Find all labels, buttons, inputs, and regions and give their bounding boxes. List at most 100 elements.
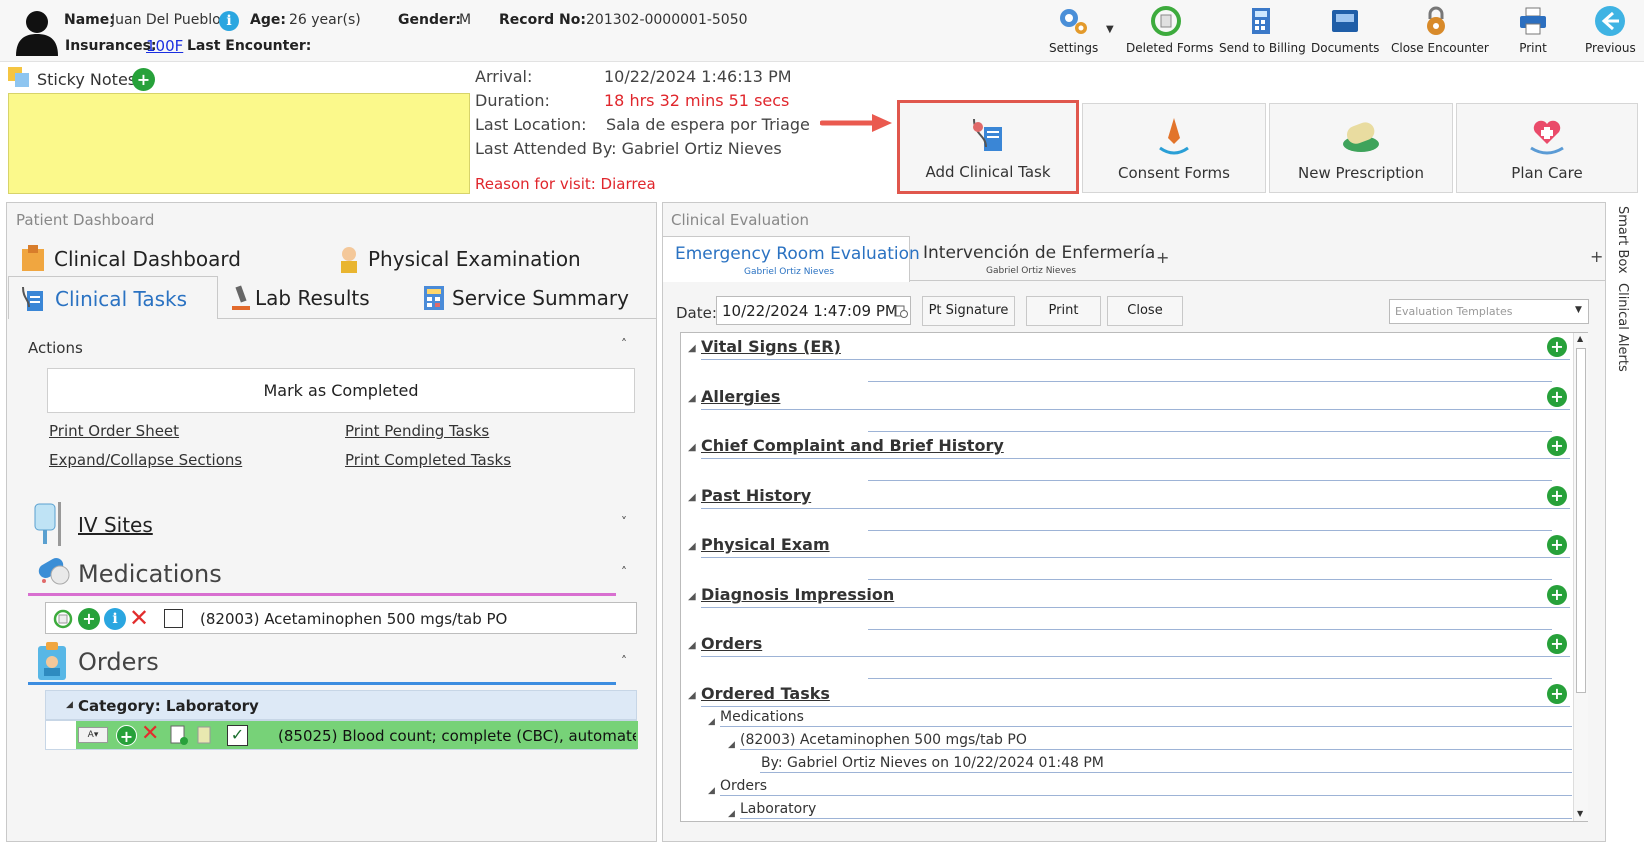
record-number: 201302-0000001-5050 xyxy=(586,12,748,28)
print-order-sheet-link[interactable]: Print Order Sheet xyxy=(49,422,179,440)
print-completed-tasks-link[interactable]: Print Completed Tasks xyxy=(345,451,511,469)
plan-care-button[interactable]: Plan Care xyxy=(1456,103,1638,193)
collapse-category-icon[interactable]: ◢ xyxy=(66,700,73,710)
refresh-icon[interactable] xyxy=(52,608,74,630)
medication-checkbox[interactable] xyxy=(164,609,183,628)
tab-er-evaluation-author: Gabriel Ortiz Nieves xyxy=(744,267,835,277)
date-input[interactable]: 10/22/2024 1:47:09 PM xyxy=(716,296,911,325)
section-vital-signs[interactable]: ◢ Vital Signs (ER) + xyxy=(680,335,1592,382)
smart-box-tab[interactable]: Smart Box xyxy=(1612,206,1638,292)
collapse-icon[interactable]: ◢ xyxy=(688,640,696,651)
collapse-actions-icon[interactable]: ˄ xyxy=(621,337,627,351)
mark-as-completed-button[interactable]: Mark as Completed xyxy=(47,368,635,413)
order-row[interactable]: A▾ + ✕ ✓ (85025) Blood count; complete (… xyxy=(45,720,638,750)
collapse-icon[interactable]: ◢ xyxy=(708,786,715,796)
add-evaluation-plus-icon[interactable]: + xyxy=(1590,247,1603,266)
add-tab-button[interactable]: + xyxy=(1156,248,1169,267)
print-button[interactable]: Print xyxy=(1510,4,1556,55)
insurance-link[interactable]: 100F xyxy=(146,37,183,55)
collapse-icon[interactable]: ◢ xyxy=(688,442,696,453)
section-chief-complaint[interactable]: ◢ Chief Complaint and Brief History + xyxy=(680,434,1592,481)
tab-clinical-dashboard-label: Clinical Dashboard xyxy=(54,247,241,271)
medication-info-icon[interactable]: i xyxy=(104,608,126,630)
section-ordered-tasks[interactable]: ◢ Ordered Tasks + xyxy=(680,682,1592,720)
collapse-icon[interactable]: ◢ xyxy=(688,591,696,602)
category-row[interactable]: ◢ Category: Laboratory xyxy=(45,690,637,720)
sticky-note-area[interactable] xyxy=(8,93,470,194)
info-icon[interactable]: i xyxy=(219,11,239,31)
previous-label: Previous xyxy=(1585,41,1636,55)
section-underline xyxy=(701,359,1570,360)
section-allergies[interactable]: ◢ Allergies + xyxy=(680,385,1592,432)
add-section-icon[interactable]: + xyxy=(1547,436,1567,456)
new-prescription-button[interactable]: New Prescription xyxy=(1269,103,1453,193)
add-section-icon[interactable]: + xyxy=(1547,634,1567,654)
evaluation-templates-select[interactable]: Evaluation Templates ▼ xyxy=(1389,299,1589,324)
patient-dashboard-title: Patient Dashboard xyxy=(16,211,155,229)
chevron-down-icon[interactable]: ▼ xyxy=(1106,24,1114,35)
section-underline-2 xyxy=(868,431,1552,432)
evaluation-close-button[interactable]: Close xyxy=(1107,296,1183,326)
add-section-icon[interactable]: + xyxy=(1547,585,1567,605)
clinical-alerts-tab[interactable]: Clinical Alerts xyxy=(1612,283,1638,383)
expand-collapse-link[interactable]: Expand/Collapse Sections xyxy=(49,451,242,469)
medication-row[interactable]: + i ✕ (82003) Acetaminophen 500 mgs/tab … xyxy=(45,602,637,634)
scroll-down-icon[interactable]: ▼ xyxy=(1577,809,1583,818)
medications-pill-icon xyxy=(38,558,70,585)
section-diagnosis-impression[interactable]: ◢ Diagnosis Impression + xyxy=(680,583,1592,630)
collapse-icon[interactable]: ◢ xyxy=(688,541,696,552)
add-sticky-note-icon[interactable]: + xyxy=(132,68,155,91)
collapse-icon[interactable]: ◢ xyxy=(688,492,696,503)
add-section-icon[interactable]: + xyxy=(1547,684,1567,704)
collapse-orders-icon[interactable]: ˄ xyxy=(621,654,627,668)
collapse-icon[interactable]: ◢ xyxy=(688,393,696,404)
tab-er-evaluation[interactable]: Emergency Room Evaluation Gabriel Ortiz … xyxy=(662,236,920,282)
highlight-arrow-icon xyxy=(820,114,892,132)
collapse-icon[interactable]: ◢ xyxy=(728,740,735,750)
close-encounter-button[interactable]: Close Encounter xyxy=(1391,4,1489,55)
add-section-icon[interactable]: + xyxy=(1547,337,1567,357)
tab-clinical-tasks[interactable]: Clinical Tasks xyxy=(8,276,218,319)
collapse-icon[interactable]: ◢ xyxy=(688,343,696,354)
collapse-icon[interactable]: ◢ xyxy=(728,809,735,819)
settings-button[interactable]: Settings xyxy=(1049,4,1098,55)
section-underline-2 xyxy=(868,629,1552,630)
deleted-forms-button[interactable]: Deleted Forms xyxy=(1126,4,1213,55)
collapse-icon[interactable]: ◢ xyxy=(688,690,696,701)
order-checkbox-checked[interactable]: ✓ xyxy=(227,725,248,746)
tab-intervencion-enfermeria[interactable]: Intervención de Enfermería Gabriel Ortiz… xyxy=(920,236,1155,280)
clock-icon[interactable] xyxy=(894,304,908,318)
order-type-dropdown[interactable]: A▾ xyxy=(78,727,108,743)
delete-order-icon[interactable]: ✕ xyxy=(141,721,159,746)
add-medication-icon[interactable]: + xyxy=(78,608,100,630)
delete-medication-icon[interactable]: ✕ xyxy=(129,604,149,632)
add-section-icon[interactable]: + xyxy=(1547,387,1567,407)
arrival-label: Arrival: xyxy=(475,67,533,86)
section-past-history[interactable]: ◢ Past History + xyxy=(680,484,1592,531)
print-pending-tasks-link[interactable]: Print Pending Tasks xyxy=(345,422,489,440)
add-section-icon[interactable]: + xyxy=(1547,535,1567,555)
pt-signature-button[interactable]: Pt Signature xyxy=(922,296,1015,326)
collapse-medications-icon[interactable]: ˄ xyxy=(621,565,627,579)
record-label: Record No: xyxy=(499,12,586,28)
document-add-icon[interactable] xyxy=(169,724,189,746)
iv-sites-link[interactable]: IV Sites xyxy=(78,513,153,537)
collapse-icon[interactable]: ◢ xyxy=(708,717,715,727)
section-physical-exam[interactable]: ◢ Physical Exam + xyxy=(680,533,1592,580)
tab-lab-results-label: Lab Results xyxy=(255,286,370,310)
date-label: Date: xyxy=(676,304,717,322)
section-orders[interactable]: ◢ Orders + xyxy=(680,632,1592,679)
section-underline xyxy=(701,508,1570,509)
section-underline-2 xyxy=(868,530,1552,531)
notes-icon[interactable] xyxy=(196,725,212,745)
send-to-billing-button[interactable]: Send to Billing xyxy=(1219,4,1306,55)
add-order-icon[interactable]: + xyxy=(116,725,137,746)
add-clinical-task-button[interactable]: Add Clinical Task xyxy=(897,100,1079,194)
previous-button[interactable]: Previous xyxy=(1585,4,1636,55)
expand-iv-sites-icon[interactable]: ˅ xyxy=(621,515,627,529)
evaluation-print-button[interactable]: Print xyxy=(1026,296,1101,326)
consent-forms-button[interactable]: Consent Forms xyxy=(1082,103,1266,193)
add-section-icon[interactable]: + xyxy=(1547,486,1567,506)
close-encounter-label: Close Encounter xyxy=(1391,41,1489,55)
documents-button[interactable]: Documents xyxy=(1311,4,1379,55)
